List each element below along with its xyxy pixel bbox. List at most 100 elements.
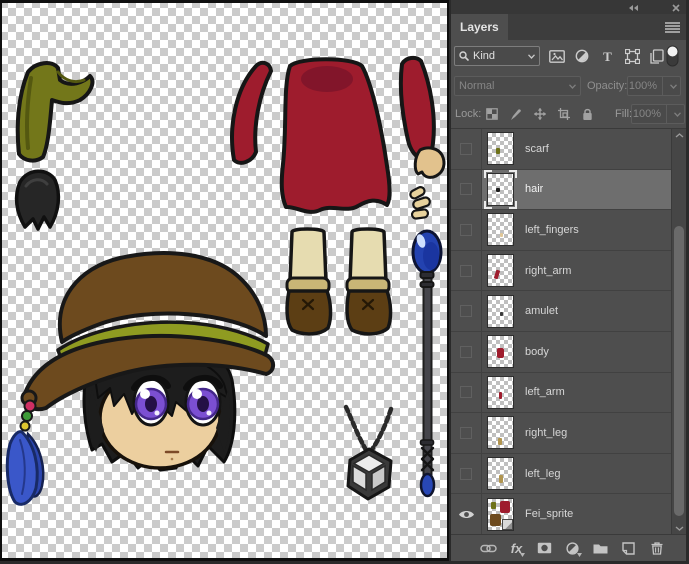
shape-layers-filter-icon[interactable]	[623, 45, 641, 67]
blend-mode-row: Normal Opacity: 100%	[451, 72, 686, 100]
lock-position-icon[interactable]	[532, 106, 547, 122]
visibility-cell[interactable]	[451, 129, 482, 169]
layer-thumbnail[interactable]	[487, 416, 514, 449]
chevron-down-icon	[528, 54, 535, 59]
visibility-toggle-empty[interactable]	[460, 386, 472, 398]
layer-thumbnail[interactable]	[487, 457, 514, 490]
layers-panel: Layers Kind T	[449, 0, 689, 564]
layer-thumbnail[interactable]	[487, 173, 514, 206]
fill-dropdown[interactable]: 100%	[631, 104, 685, 124]
layer-row-body[interactable]: body	[451, 332, 672, 373]
sprite-part-left-leg	[347, 229, 391, 334]
chevron-down-icon	[670, 84, 677, 89]
selection-brackets	[484, 170, 517, 209]
tab-layers[interactable]: Layers	[451, 14, 508, 40]
new-group-folder-icon[interactable]	[592, 539, 609, 557]
chevron-down-icon	[569, 84, 576, 89]
divider	[666, 105, 667, 123]
visibility-toggle-empty[interactable]	[460, 183, 472, 195]
layer-row-right-arm[interactable]: right_arm	[451, 251, 672, 292]
blend-mode-dropdown[interactable]: Normal	[454, 76, 581, 96]
layer-name: left_arm	[525, 386, 565, 398]
lock-row: Lock: Fill: 100%	[451, 100, 686, 129]
chevron-down-icon	[674, 112, 681, 117]
layer-row-left-leg[interactable]: left_leg	[451, 454, 672, 495]
add-layer-mask-icon[interactable]	[536, 539, 553, 557]
visibility-cell[interactable]	[451, 291, 482, 331]
layer-name: right_arm	[525, 265, 571, 277]
visibility-toggle-empty[interactable]	[460, 265, 472, 277]
chevron-down-icon	[577, 553, 582, 557]
type-layers-filter-icon[interactable]: T	[598, 45, 616, 67]
sprite-part-right-leg	[287, 229, 331, 334]
layer-row-scarf[interactable]: scarf	[451, 129, 672, 170]
scroll-up-icon[interactable]	[672, 129, 686, 142]
sprite-part-hair-tuft	[17, 171, 59, 229]
layer-filtering-toggle[interactable]	[666, 45, 679, 70]
lock-image-pixels-icon[interactable]	[508, 106, 523, 122]
panel-tab-bar: Layers	[451, 14, 686, 40]
visibility-toggle-empty[interactable]	[460, 346, 472, 358]
smart-objects-filter-icon[interactable]	[648, 45, 666, 67]
layer-thumbnail[interactable]	[487, 295, 514, 328]
visibility-cell[interactable]	[451, 454, 482, 494]
visibility-toggle-empty[interactable]	[460, 224, 472, 236]
layer-thumbnail[interactable]	[487, 213, 514, 246]
layers-scrollbar[interactable]	[671, 129, 686, 535]
layer-row-right-leg[interactable]: right_leg	[451, 413, 672, 454]
lock-transparent-pixels-icon[interactable]	[484, 106, 499, 122]
search-icon	[459, 51, 469, 61]
lock-label: Lock:	[455, 108, 481, 120]
layer-thumbnail[interactable]	[487, 376, 514, 409]
layers-footer-toolbar: fx	[451, 534, 686, 561]
layer-row-amulet[interactable]: amulet	[451, 291, 672, 332]
smart-object-badge-icon	[502, 519, 513, 530]
visibility-toggle-empty[interactable]	[460, 143, 472, 155]
panel-menu-icon[interactable]	[665, 22, 680, 36]
visibility-cell[interactable]	[451, 413, 482, 453]
layer-row-fei-sprite[interactable]: Fei_sprite	[451, 494, 672, 535]
visibility-cell[interactable]	[451, 210, 482, 250]
scrollbar-thumb[interactable]	[674, 226, 684, 516]
blend-mode-value: Normal	[459, 80, 565, 92]
lock-nesting-icon[interactable]	[556, 106, 571, 122]
eye-visible-icon[interactable]	[458, 509, 475, 520]
filter-kind-dropdown[interactable]: Kind	[454, 46, 540, 66]
layer-thumbnail[interactable]	[487, 254, 514, 287]
divider	[662, 77, 663, 95]
link-layers-icon[interactable]	[480, 539, 497, 557]
visibility-toggle-empty[interactable]	[460, 427, 472, 439]
layer-thumbnail[interactable]	[487, 335, 514, 368]
visibility-cell[interactable]	[451, 332, 482, 372]
new-layer-icon[interactable]	[620, 539, 637, 557]
adjustment-layers-filter-icon[interactable]	[573, 45, 591, 67]
layer-row-hair[interactable]: hair	[451, 170, 672, 211]
layer-thumbnail-smart-object[interactable]	[487, 498, 514, 531]
new-adjustment-layer-icon[interactable]	[564, 539, 581, 557]
opacity-dropdown[interactable]: 100%	[627, 76, 681, 96]
panel-titlebar	[451, 0, 686, 14]
layer-styles-fx-icon[interactable]: fx	[508, 539, 525, 557]
layer-name: right_leg	[525, 427, 567, 439]
layer-name: body	[525, 346, 549, 358]
visibility-toggle-empty[interactable]	[460, 305, 472, 317]
pixel-layers-filter-icon[interactable]	[548, 45, 566, 67]
layer-thumbnail[interactable]	[487, 132, 514, 165]
delete-layer-trash-icon[interactable]	[648, 539, 665, 557]
lock-all-icon[interactable]	[580, 106, 595, 122]
fill-label: Fill:	[615, 108, 632, 120]
visibility-cell[interactable]	[451, 373, 482, 413]
opacity-label: Opacity:	[587, 80, 627, 92]
chevron-down-icon	[520, 553, 525, 557]
visibility-cell[interactable]	[451, 251, 482, 291]
document-canvas[interactable]	[0, 0, 449, 561]
layer-row-left-arm[interactable]: left_arm	[451, 373, 672, 414]
canvas-artwork	[2, 3, 447, 558]
visibility-cell[interactable]	[451, 494, 482, 534]
visibility-toggle-empty[interactable]	[460, 468, 472, 480]
opacity-value: 100%	[628, 80, 658, 92]
layers-list: scarf hair left_fingers right_arm	[451, 128, 686, 535]
visibility-cell[interactable]	[451, 170, 482, 210]
layer-row-left-fingers[interactable]: left_fingers	[451, 210, 672, 251]
layer-name: left_fingers	[525, 224, 579, 236]
